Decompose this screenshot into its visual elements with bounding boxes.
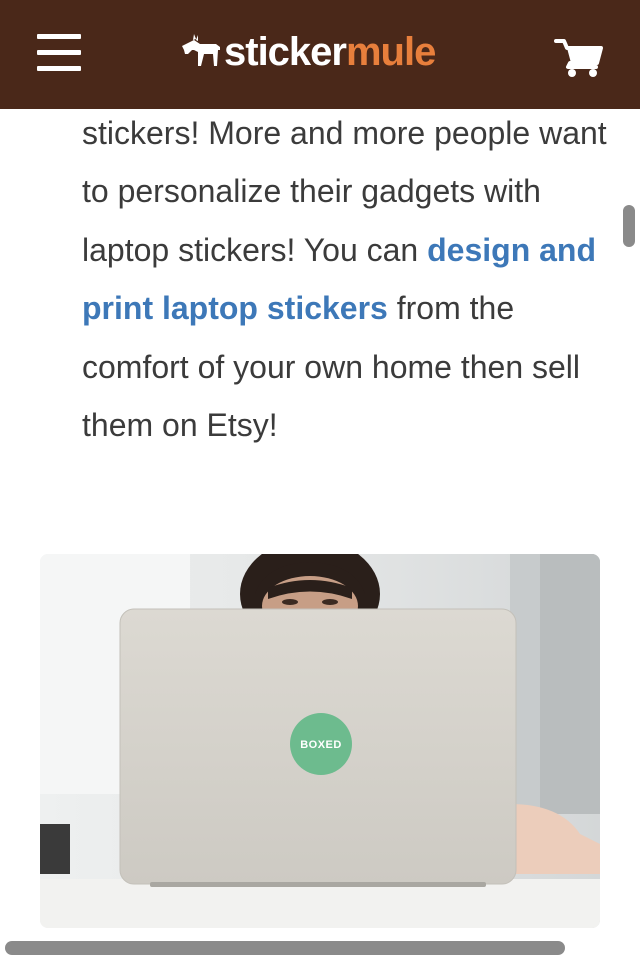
horizontal-scrollbar[interactable] xyxy=(5,941,565,955)
laptop-photo-illustration: BOXED xyxy=(40,554,600,928)
article-paragraph: stickers! More and more people want to p… xyxy=(82,104,612,454)
mule-icon xyxy=(182,34,220,66)
logo-text-mule: mule xyxy=(345,30,436,74)
stickermule-logo[interactable]: sticker mule xyxy=(180,28,436,76)
menu-line xyxy=(37,66,81,71)
site-header: sticker mule xyxy=(0,0,640,109)
vertical-scrollbar[interactable] xyxy=(623,205,635,247)
hamburger-menu-button[interactable] xyxy=(37,34,81,72)
shopping-cart-icon xyxy=(554,39,603,77)
shopping-cart-button[interactable] xyxy=(554,38,604,78)
laptop-sticker-photo: BOXED xyxy=(40,554,600,928)
boxed-sticker-text: BOXED xyxy=(300,739,342,751)
menu-line xyxy=(37,50,81,55)
logo-text-sticker: sticker xyxy=(224,30,347,74)
menu-line xyxy=(37,34,81,39)
